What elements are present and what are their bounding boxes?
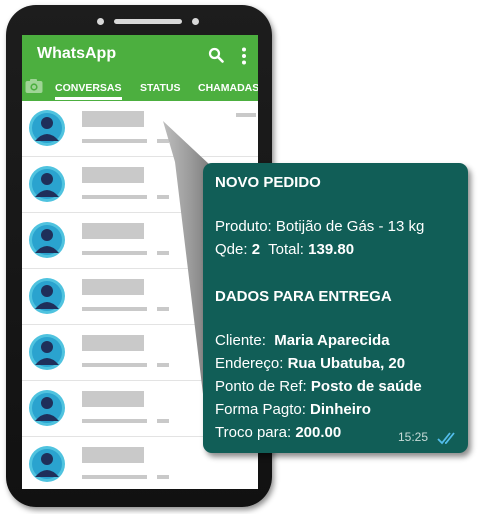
- avatar-icon: [28, 109, 66, 147]
- product-label: Produto:: [215, 218, 272, 235]
- contact-name-placeholder: [82, 335, 144, 351]
- message-preview-placeholder: [82, 307, 147, 311]
- message-preview-placeholder: [157, 195, 169, 199]
- client-value: Maria Aparecida: [274, 332, 390, 349]
- avatar-icon: [28, 165, 66, 203]
- contact-name-placeholder: [82, 167, 144, 183]
- change-value: 200.00: [295, 424, 342, 441]
- contact-name-placeholder: [82, 391, 144, 407]
- tab-conversas[interactable]: CONVERSAS: [55, 82, 122, 100]
- avatar-icon: [28, 277, 66, 315]
- message-preview-placeholder: [157, 419, 169, 423]
- message-preview-placeholder: [157, 363, 169, 367]
- message-preview-placeholder: [82, 139, 147, 143]
- payment-line: Forma Pagto: Dinheiro: [215, 401, 371, 418]
- message-preview-placeholder: [82, 363, 147, 367]
- chat-row[interactable]: [22, 101, 258, 157]
- speaker-grille: [114, 19, 182, 24]
- double-check-icon: [437, 432, 455, 445]
- message-preview-placeholder: [82, 251, 147, 255]
- total-label: Total:: [268, 241, 304, 258]
- avatar-icon: [28, 221, 66, 259]
- message-preview-placeholder: [157, 475, 169, 479]
- avatar-icon: [28, 333, 66, 371]
- message-preview-placeholder: [82, 419, 147, 423]
- more-vert-icon[interactable]: [241, 47, 247, 65]
- change-label: Troco para:: [215, 424, 292, 441]
- payment-value: Dinheiro: [310, 401, 371, 418]
- message-preview-placeholder: [157, 251, 169, 255]
- delivery-heading: DADOS PARA ENTREGA: [215, 288, 392, 305]
- product-line: Produto: Botijão de Gás - 13 kg: [215, 218, 424, 235]
- address-line: Endereço: Rua Ubatuba, 20: [215, 355, 405, 372]
- camera-icon[interactable]: [25, 78, 43, 94]
- order-message-bubble: NOVO PEDIDO Produto: Botijão de Gás - 13…: [203, 163, 468, 453]
- search-icon[interactable]: [208, 47, 224, 63]
- avatar-icon: [28, 445, 66, 483]
- payment-label: Forma Pagto:: [215, 401, 306, 418]
- tab-chamadas[interactable]: CHAMADAS: [198, 82, 258, 94]
- message-preview-placeholder: [157, 307, 169, 311]
- app-header: WhatsApp CONVERSAS STATUS CHAMADAS: [22, 35, 258, 101]
- total-value: 139.80: [308, 241, 355, 258]
- qty-label: Qde:: [215, 241, 248, 258]
- front-camera: [97, 18, 104, 25]
- tab-bar: CONVERSAS STATUS CHAMADAS: [22, 73, 258, 101]
- change-line: Troco para: 200.00: [215, 424, 341, 441]
- proximity-sensor: [192, 18, 199, 25]
- contact-name-placeholder: [82, 111, 144, 127]
- ref-value: Posto de saúde: [310, 378, 422, 395]
- product-value: Botijão de Gás - 13 kg: [275, 218, 425, 235]
- message-preview-placeholder: [236, 113, 256, 117]
- contact-name-placeholder: [82, 223, 144, 239]
- message-preview-placeholder: [82, 195, 147, 199]
- qty-value: 2: [251, 241, 261, 258]
- client-line: Cliente: Maria Aparecida: [215, 332, 390, 349]
- tab-status[interactable]: STATUS: [140, 82, 180, 94]
- ref-label: Ponto de Ref:: [215, 378, 307, 395]
- order-heading: NOVO PEDIDO: [215, 174, 321, 191]
- contact-name-placeholder: [82, 447, 144, 463]
- message-preview-placeholder: [157, 139, 169, 143]
- message-time: 15:25: [397, 430, 428, 444]
- contact-name-placeholder: [82, 279, 144, 295]
- client-label: Cliente:: [215, 332, 266, 349]
- app-title: WhatsApp: [37, 45, 117, 62]
- address-value: Rua Ubatuba, 20: [287, 355, 406, 372]
- avatar-icon: [28, 389, 66, 427]
- reference-line: Ponto de Ref: Posto de saúde: [215, 378, 422, 395]
- quantity-total-line: Qde: 2 Total: 139.80: [215, 241, 354, 258]
- message-preview-placeholder: [82, 475, 147, 479]
- address-label: Endereço:: [215, 355, 284, 372]
